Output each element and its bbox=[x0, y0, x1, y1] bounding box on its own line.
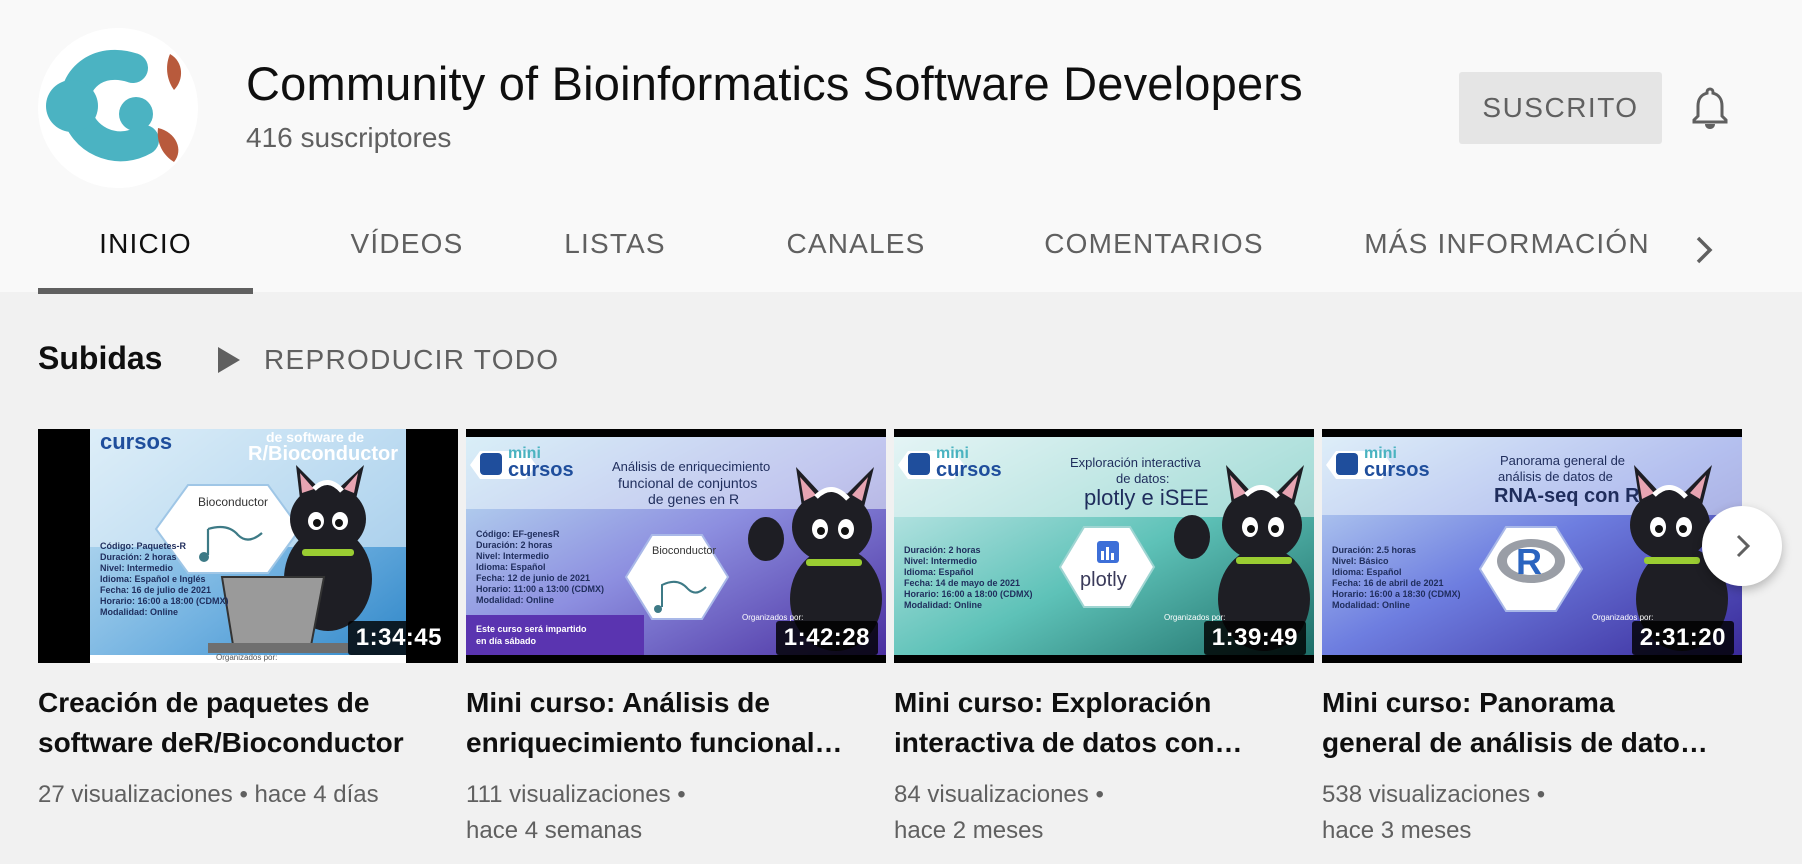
thumb-logo-label: Bioconductor bbox=[198, 495, 269, 509]
thumb-heading-2: de datos: bbox=[1116, 471, 1170, 486]
thumb-brand: cursos bbox=[100, 429, 173, 454]
thumb-details: Código: EF-genesR Duración: 2 horas Nive… bbox=[476, 529, 605, 605]
video-duration: 1:39:49 bbox=[1203, 621, 1306, 655]
video-meta: 27 visualizaciones • hace 4 días bbox=[38, 781, 379, 808]
video-title[interactable]: Mini curso: Análisis de enriquecimiento … bbox=[466, 683, 876, 763]
video-card[interactable]: cursos de software de R/Bioconductor Bio… bbox=[38, 429, 458, 813]
video-card[interactable]: mini cursos Exploración interactiva de d… bbox=[894, 429, 1314, 849]
thumb-heading-1: Panorama general de bbox=[1500, 453, 1626, 468]
video-meta: 111 visualizaciones • hace 4 semanas bbox=[466, 777, 886, 849]
play-all-button[interactable]: REPRODUCIR TODO bbox=[216, 340, 559, 380]
bell-icon[interactable] bbox=[1690, 86, 1730, 130]
carousel-next-button[interactable] bbox=[1702, 506, 1782, 586]
video-views: 84 visualizaciones bbox=[894, 781, 1089, 808]
tab-listas[interactable]: LISTAS bbox=[540, 212, 690, 292]
thumb-brand: cursos bbox=[1364, 459, 1430, 481]
thumb-heading-2: R/Bioconductor bbox=[248, 443, 398, 465]
chevron-right-icon[interactable] bbox=[1684, 230, 1724, 270]
thumb-heading-1: Exploración interactiva bbox=[1070, 455, 1201, 470]
video-age: hace 4 días bbox=[254, 781, 379, 808]
video-views: 111 visualizaciones bbox=[466, 781, 671, 808]
video-age: hace 2 meses bbox=[894, 817, 1044, 844]
channel-header: Community of Bioinformatics Software Dev… bbox=[0, 0, 1802, 294]
thumb-details: Duración: 2.5 horas Nivel: Básico Idioma… bbox=[1332, 545, 1461, 610]
video-meta: 538 visualizaciones • hace 3 meses bbox=[1322, 777, 1742, 849]
tab-mas-informacion[interactable]: MÁS INFORMACIÓN bbox=[1362, 212, 1652, 292]
thumb-logo-label: R bbox=[1516, 541, 1542, 582]
subscriber-count: 416 suscriptores bbox=[246, 122, 452, 153]
thumb-logo-label: Bioconductor bbox=[652, 545, 717, 557]
chevron-right-icon bbox=[1736, 534, 1751, 558]
thumb-heading-3: RNA-seq con R bbox=[1494, 485, 1640, 507]
video-age: hace 3 meses bbox=[1322, 817, 1472, 844]
tab-canales[interactable]: CANALES bbox=[766, 212, 946, 292]
video-card[interactable]: mini cursos Panorama general de análisis… bbox=[1322, 429, 1742, 849]
video-duration: 2:31:20 bbox=[1631, 621, 1734, 655]
thumb-brand: cursos bbox=[508, 459, 574, 481]
video-card[interactable]: mini cursos Análisis de enriquecimiento … bbox=[466, 429, 886, 849]
thumb-heading-3: plotly e iSEE bbox=[1084, 485, 1209, 510]
thumb-heading-1: Análisis de enriquecimiento bbox=[612, 459, 771, 474]
video-views: 538 visualizaciones bbox=[1322, 781, 1531, 808]
video-thumbnail[interactable]: cursos de software de R/Bioconductor Bio… bbox=[38, 429, 458, 663]
video-views: 27 visualizaciones bbox=[38, 781, 233, 808]
thumb-brand: cursos bbox=[936, 459, 1002, 481]
tab-comentarios[interactable]: COMENTARIOS bbox=[1024, 212, 1284, 292]
video-duration: 1:42:28 bbox=[775, 621, 878, 655]
thumb-heading-2: funcional de conjuntos bbox=[618, 475, 758, 491]
thumb-logo-label: plotly bbox=[1080, 569, 1127, 591]
thumb-footer: Organizados por: bbox=[216, 653, 278, 662]
thumb-heading-2: análisis de datos de bbox=[1498, 469, 1613, 484]
video-title[interactable]: Mini curso: Exploración interactiva de d… bbox=[894, 683, 1304, 763]
channel-title: Community of Bioinformatics Software Dev… bbox=[246, 57, 1303, 110]
video-thumbnail[interactable]: mini cursos Exploración interactiva de d… bbox=[894, 429, 1314, 663]
video-title[interactable]: Creación de paquetes de software deR/Bio… bbox=[38, 683, 448, 763]
video-thumbnail[interactable]: mini cursos Panorama general de análisis… bbox=[1322, 429, 1742, 663]
video-meta: 84 visualizaciones • hace 2 meses bbox=[894, 777, 1314, 849]
thumb-details: Código: Paquetes-R Duración: 2 horas Niv… bbox=[100, 541, 229, 617]
tab-videos[interactable]: VÍDEOS bbox=[318, 212, 496, 292]
channel-avatar[interactable] bbox=[38, 28, 198, 188]
video-thumbnail[interactable]: mini cursos Análisis de enriquecimiento … bbox=[466, 429, 886, 663]
play-icon bbox=[218, 347, 240, 373]
video-duration: 1:34:45 bbox=[347, 621, 450, 655]
video-age: hace 4 semanas bbox=[466, 817, 643, 844]
play-all-label: REPRODUCIR TODO bbox=[264, 344, 560, 375]
thumb-heading-3: de genes en R bbox=[648, 491, 740, 507]
thumb-details: Duración: 2 horas Nivel: Intermedio Idio… bbox=[904, 545, 1033, 610]
channel-tabs: INICIO VÍDEOS LISTAS CANALES COMENTARIOS… bbox=[38, 212, 1758, 294]
tab-inicio[interactable]: INICIO bbox=[38, 212, 253, 294]
thumb-note: Este curso será impartido en día sábado bbox=[476, 624, 587, 646]
video-title[interactable]: Mini curso: Panorama general de análisis… bbox=[1322, 683, 1732, 763]
section-title: Subidas bbox=[38, 340, 163, 376]
cdsb-logo-icon bbox=[38, 28, 198, 188]
subscribed-button[interactable]: SUSCRITO bbox=[1459, 72, 1662, 144]
